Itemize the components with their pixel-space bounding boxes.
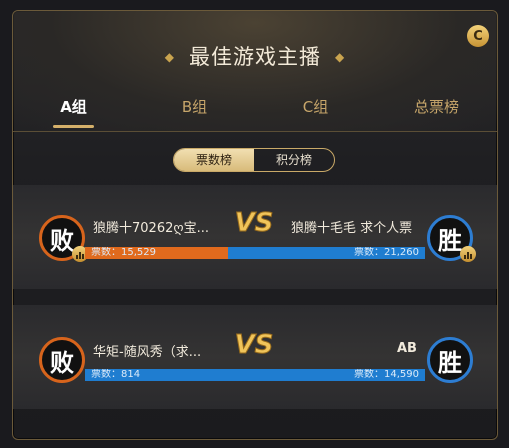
match-card-2[interactable]: 败 华矩-随风秀（求... VS AB 胜 票数：814 票数：14,590 [13, 305, 497, 409]
group-tabs: A组 B组 C组 总票榜 [13, 95, 497, 131]
vote-progress-bar: 票数：15,529 票数：21,260 [85, 247, 425, 259]
left-streamer-name: 狼腾十70262ღ宝... [93, 221, 209, 236]
vs-text: VS [235, 330, 274, 359]
bar-chart-icon [460, 246, 476, 262]
vs-icon: VS [234, 330, 274, 360]
vote-panel: ◆ 最佳游戏主播 ◆ C A组 B组 C组 总票榜 票数榜 积分榜 败 狼腾十702… [12, 10, 498, 440]
tab-total-ranking[interactable]: 总票榜 [376, 95, 497, 131]
right-streamer-name: AB [397, 341, 417, 356]
lose-badge: 败 [50, 226, 74, 255]
right-streamer-name: 狼腾十毛毛 求个人票 [291, 221, 413, 236]
right-avatar[interactable]: 胜 [427, 337, 473, 383]
ranking-type-toggle: 票数榜 积分榜 [173, 148, 335, 172]
tab-c-group[interactable]: C组 [255, 95, 376, 131]
left-streamer-name: 华矩-随风秀（求... [93, 345, 202, 360]
vs-icon: VS [234, 208, 274, 238]
subtab-points[interactable]: 积分榜 [254, 149, 334, 171]
vote-progress-bar: 票数：814 票数：14,590 [85, 369, 425, 381]
win-badge: 胜 [438, 226, 462, 255]
page-title: ◆ 最佳游戏主播 ◆ [13, 41, 497, 71]
win-badge: 胜 [438, 348, 462, 377]
lose-badge: 败 [50, 348, 74, 377]
tab-a-group[interactable]: A组 [13, 95, 134, 131]
title-dot-left-icon: ◆ [164, 50, 175, 64]
match-card-1[interactable]: 败 狼腾十70262ღ宝... VS 狼腾十毛毛 求个人票 胜 票数：15,52… [13, 185, 497, 289]
left-avatar[interactable]: 败 [39, 337, 85, 383]
left-avatar[interactable]: 败 [39, 215, 88, 262]
vs-text: VS [235, 208, 274, 237]
right-vote-count: 票数：21,260 [354, 247, 419, 258]
right-avatar[interactable]: 胜 [427, 215, 476, 262]
left-vote-count: 票数：15,529 [91, 247, 156, 258]
title-text: 最佳游戏主播 [189, 45, 321, 69]
subtab-votes[interactable]: 票数榜 [174, 149, 254, 171]
tab-b-group[interactable]: B组 [134, 95, 255, 131]
close-icon[interactable]: C [467, 25, 489, 47]
tabs-divider [13, 131, 497, 132]
left-vote-count: 票数：814 [91, 369, 141, 380]
right-vote-count: 票数：14,590 [354, 369, 419, 380]
title-dot-right-icon: ◆ [335, 50, 346, 64]
